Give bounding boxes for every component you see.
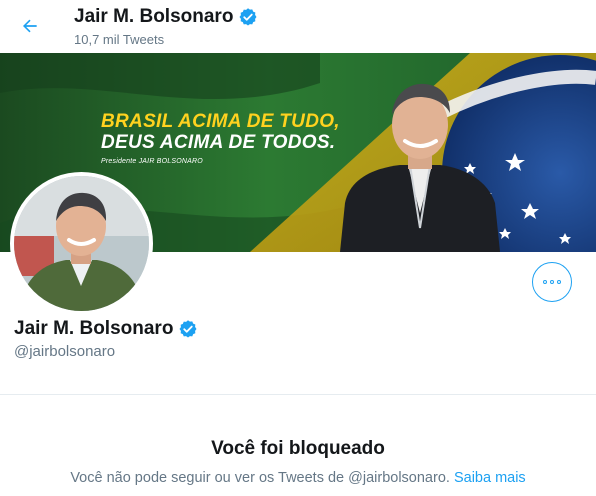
profile-display-name: Jair M. Bolsonaro <box>14 318 198 340</box>
section-divider <box>0 394 596 395</box>
profile-avatar[interactable] <box>10 172 153 315</box>
profile-handle: @jairbolsonaro <box>14 343 116 360</box>
blocked-message-text: Você não pode seguir ou ver os Tweets de… <box>70 470 450 486</box>
learn-more-link[interactable]: Saiba mais <box>454 470 526 486</box>
back-button[interactable] <box>14 10 46 42</box>
banner-slogan-line2: DEUS ACIMA DE TODOS. <box>101 132 336 153</box>
banner-signature: Presidente JAIR BOLSONARO <box>101 158 203 165</box>
more-options-button[interactable] <box>532 262 572 302</box>
profile-header: Jair M. Bolsonaro 10,7 mil Tweets <box>0 0 596 53</box>
blocked-title: Você foi bloqueado <box>211 438 385 459</box>
avatar-photo <box>14 176 149 311</box>
header-name-text: Jair M. Bolsonaro <box>74 6 234 27</box>
tweet-count: 10,7 mil Tweets <box>74 32 165 47</box>
header-title: Jair M. Bolsonaro <box>74 6 258 28</box>
verified-badge-icon <box>179 320 197 338</box>
banner-slogan-line1: BRASIL ACIMA DE TUDO, <box>101 111 340 132</box>
arrow-left-icon <box>23 19 37 33</box>
banner-slogan: BRASIL ACIMA DE TUDO, DEUS ACIMA DE TODO… <box>101 111 340 165</box>
verified-badge-icon <box>239 8 257 26</box>
more-horizontal-icon <box>543 280 561 284</box>
blocked-message: Você não pode seguir ou ver os Tweets de… <box>0 470 596 486</box>
profile-name-text: Jair M. Bolsonaro <box>14 318 174 339</box>
